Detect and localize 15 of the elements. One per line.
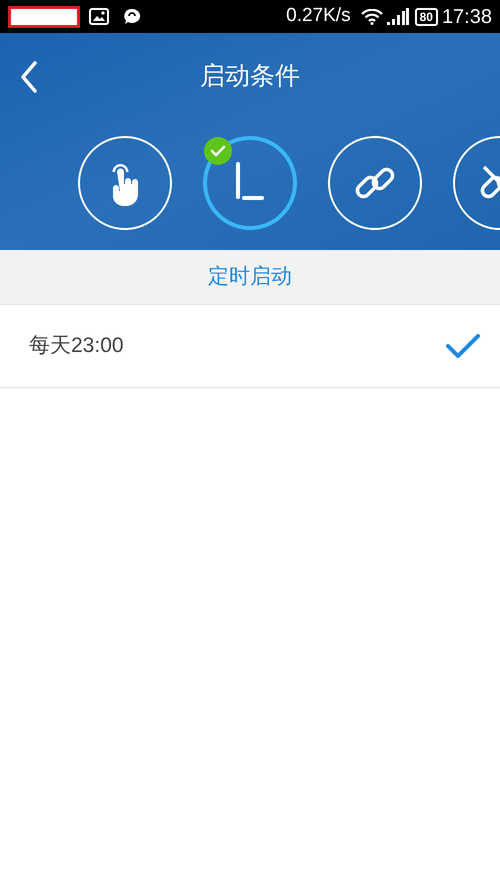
redaction-box	[8, 6, 80, 28]
clock-time: 17:38	[442, 4, 492, 30]
battery-indicator: 80	[414, 8, 438, 26]
back-icon[interactable]	[20, 61, 38, 93]
screen-title: 启动条件	[200, 61, 300, 92]
wifi-icon	[360, 8, 383, 24]
row-label: 每天23:00	[29, 333, 124, 360]
signal-icon	[386, 8, 409, 25]
chat-bubble-icon	[123, 8, 141, 26]
check-badge-icon	[203, 136, 233, 166]
network-speed: 0.27K/s	[286, 4, 351, 28]
image-icon	[89, 8, 109, 25]
trigger-option[interactable]	[203, 136, 297, 230]
section-title: 定时启动	[208, 264, 292, 290]
list-row[interactable]: 每天23:00	[0, 305, 500, 388]
